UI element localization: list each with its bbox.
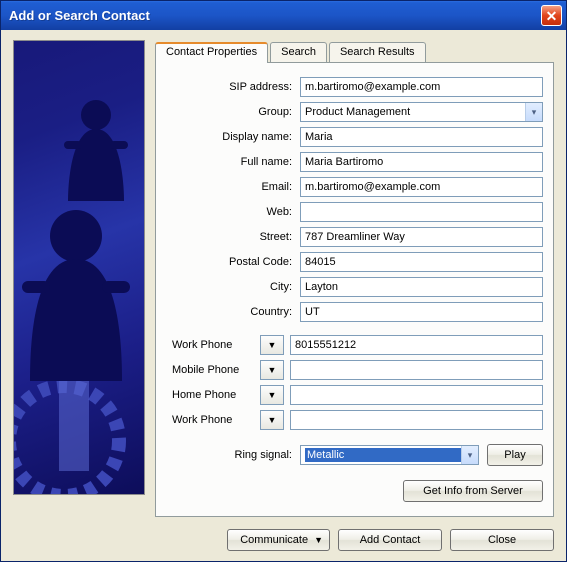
client-area: Contact Properties Search Search Results… [1,30,566,561]
titlebar: Add or Search Contact ✕ [1,1,566,30]
tab-search-results[interactable]: Search Results [329,42,426,62]
chevron-down-icon: ▼ [268,390,277,400]
phone-type-dropdown-3[interactable]: ▼ [260,410,284,430]
get-info-button-label: Get Info from Server [423,485,523,497]
bottom-button-bar: Communicate ▼ Add Contact Close [13,517,554,551]
phone-input-0[interactable] [290,335,543,355]
titlebar-close-button[interactable]: ✕ [541,5,562,26]
close-button-label: Close [488,534,516,546]
tab-label: Search Results [340,46,415,58]
label-phone-3: Work Phone [166,414,260,426]
chevron-down-icon: ▼ [314,535,323,545]
label-phone-1: Mobile Phone [166,364,260,376]
label-display-name: Display name: [166,131,300,143]
display-name-input[interactable] [300,127,543,147]
web-input[interactable] [300,202,543,222]
label-ring: Ring signal: [166,449,300,461]
tab-area: Contact Properties Search Search Results… [155,40,554,517]
label-email: Email: [166,181,300,193]
country-input[interactable] [300,302,543,322]
label-phone-2: Home Phone [166,389,260,401]
ring-signal-value: Metallic [305,448,461,462]
tab-contact-properties[interactable]: Contact Properties [155,42,268,63]
phone-type-dropdown-1[interactable]: ▼ [260,360,284,380]
email-input[interactable] [300,177,543,197]
postal-input[interactable] [300,252,543,272]
phone-type-dropdown-0[interactable]: ▼ [260,335,284,355]
label-city: City: [166,281,300,293]
get-info-button[interactable]: Get Info from Server [403,480,543,502]
communicate-button[interactable]: Communicate ▼ [227,529,330,551]
tab-label: Contact Properties [166,46,257,58]
communicate-button-label: Communicate [240,534,308,546]
close-icon: ✕ [546,9,558,23]
label-street: Street: [166,231,300,243]
play-button-label: Play [504,449,525,461]
play-button[interactable]: Play [487,444,543,466]
phone-input-2[interactable] [290,385,543,405]
chevron-down-icon: ▼ [268,365,277,375]
label-sip: SIP address: [166,81,300,93]
tab-search[interactable]: Search [270,42,327,62]
window-title: Add or Search Contact [9,8,541,23]
sidebar-illustration [13,40,145,495]
label-phone-0: Work Phone [166,339,260,351]
tabstrip: Contact Properties Search Search Results [155,40,554,62]
add-contact-button-label: Add Contact [360,534,421,546]
tab-page-contact-properties: SIP address: Group: Product Management ▾… [155,62,554,517]
add-contact-button[interactable]: Add Contact [338,529,442,551]
label-web: Web: [166,206,300,218]
label-postal: Postal Code: [166,256,300,268]
city-input[interactable] [300,277,543,297]
street-input[interactable] [300,227,543,247]
label-country: Country: [166,306,300,318]
phone-input-1[interactable] [290,360,543,380]
group-select-value: Product Management [305,106,525,118]
upper-area: Contact Properties Search Search Results… [13,40,554,517]
phone-type-dropdown-2[interactable]: ▼ [260,385,284,405]
sip-input[interactable] [300,77,543,97]
close-button[interactable]: Close [450,529,554,551]
chevron-down-icon: ▼ [268,340,277,350]
label-group: Group: [166,106,300,118]
dialog-window: Add or Search Contact ✕ [0,0,567,562]
chevron-down-icon: ▾ [461,446,478,464]
ring-signal-select[interactable]: Metallic ▾ [300,445,479,465]
full-name-input[interactable] [300,152,543,172]
chevron-down-icon: ▾ [525,103,542,121]
tab-label: Search [281,46,316,58]
phone-input-3[interactable] [290,410,543,430]
group-select[interactable]: Product Management ▾ [300,102,543,122]
label-full-name: Full name: [166,156,300,168]
chevron-down-icon: ▼ [268,415,277,425]
